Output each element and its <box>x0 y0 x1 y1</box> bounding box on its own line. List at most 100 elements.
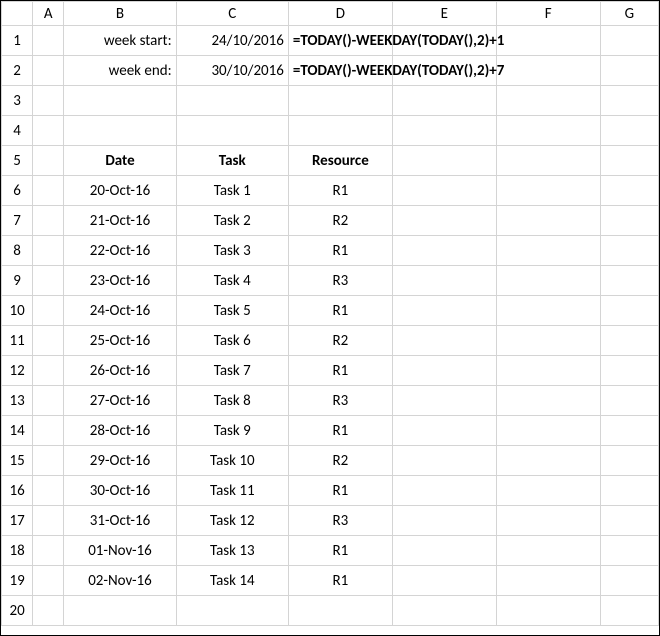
cell-D13[interactable]: R3 <box>288 386 392 416</box>
cell-B8[interactable]: 22-Oct-16 <box>64 236 176 266</box>
cell-A8[interactable] <box>33 236 64 266</box>
cell-C8[interactable]: Task 3 <box>176 236 288 266</box>
cell-C9[interactable]: Task 4 <box>176 266 288 296</box>
row-header-3[interactable]: 3 <box>2 86 33 116</box>
cell-G20[interactable] <box>600 596 658 626</box>
cell-G19[interactable] <box>600 566 658 596</box>
cell-E9[interactable] <box>392 266 496 296</box>
cell-B13[interactable]: 27-Oct-16 <box>64 386 176 416</box>
cell-G3[interactable] <box>600 86 658 116</box>
cell-G13[interactable] <box>600 386 658 416</box>
cell-E19[interactable] <box>392 566 496 596</box>
cell-E18[interactable] <box>392 536 496 566</box>
cell-D10[interactable]: R1 <box>288 296 392 326</box>
cell-D5[interactable]: Resource <box>288 146 392 176</box>
cell-B20[interactable] <box>64 596 176 626</box>
cell-C14[interactable]: Task 9 <box>176 416 288 446</box>
cell-A5[interactable] <box>33 146 64 176</box>
cell-B12[interactable]: 26-Oct-16 <box>64 356 176 386</box>
cell-A12[interactable] <box>33 356 64 386</box>
cell-A1[interactable] <box>33 26 64 56</box>
cell-A13[interactable] <box>33 386 64 416</box>
cell-A6[interactable] <box>33 176 64 206</box>
cell-F2[interactable] <box>496 56 600 86</box>
cell-F10[interactable] <box>496 296 600 326</box>
col-header-A[interactable]: A <box>33 2 64 26</box>
cell-D17[interactable]: R3 <box>288 506 392 536</box>
cell-E16[interactable] <box>392 476 496 506</box>
cell-A20[interactable] <box>33 596 64 626</box>
cell-E5[interactable] <box>392 146 496 176</box>
cell-F17[interactable] <box>496 506 600 536</box>
row-header-20[interactable]: 20 <box>2 596 33 626</box>
cell-B17[interactable]: 31-Oct-16 <box>64 506 176 536</box>
cell-F14[interactable] <box>496 416 600 446</box>
cell-D9[interactable]: R3 <box>288 266 392 296</box>
row-header-15[interactable]: 15 <box>2 446 33 476</box>
cell-C7[interactable]: Task 2 <box>176 206 288 236</box>
cell-D12[interactable]: R1 <box>288 356 392 386</box>
row-header-19[interactable]: 19 <box>2 566 33 596</box>
cell-F13[interactable] <box>496 386 600 416</box>
cell-G7[interactable] <box>600 206 658 236</box>
cell-G17[interactable] <box>600 506 658 536</box>
cell-G5[interactable] <box>600 146 658 176</box>
cell-F18[interactable] <box>496 536 600 566</box>
row-header-7[interactable]: 7 <box>2 206 33 236</box>
cell-C19[interactable]: Task 14 <box>176 566 288 596</box>
cell-E7[interactable] <box>392 206 496 236</box>
cell-D11[interactable]: R2 <box>288 326 392 356</box>
row-header-9[interactable]: 9 <box>2 266 33 296</box>
cell-E4[interactable] <box>392 116 496 146</box>
col-header-C[interactable]: C <box>176 2 288 26</box>
row-header-2[interactable]: 2 <box>2 56 33 86</box>
row-header-17[interactable]: 17 <box>2 506 33 536</box>
cell-F4[interactable] <box>496 116 600 146</box>
cell-D6[interactable]: R1 <box>288 176 392 206</box>
cell-D8[interactable]: R1 <box>288 236 392 266</box>
row-header-11[interactable]: 11 <box>2 326 33 356</box>
cell-A2[interactable] <box>33 56 64 86</box>
row-header-5[interactable]: 5 <box>2 146 33 176</box>
cell-A16[interactable] <box>33 476 64 506</box>
cell-B1[interactable]: week start: <box>64 26 176 56</box>
cell-G6[interactable] <box>600 176 658 206</box>
cell-F20[interactable] <box>496 596 600 626</box>
cell-B18[interactable]: 01-Nov-16 <box>64 536 176 566</box>
row-header-18[interactable]: 18 <box>2 536 33 566</box>
cell-C5[interactable]: Task <box>176 146 288 176</box>
cell-E10[interactable] <box>392 296 496 326</box>
cell-D16[interactable]: R1 <box>288 476 392 506</box>
row-header-10[interactable]: 10 <box>2 296 33 326</box>
cell-F8[interactable] <box>496 236 600 266</box>
cell-D14[interactable]: R1 <box>288 416 392 446</box>
cell-A19[interactable] <box>33 566 64 596</box>
cell-F15[interactable] <box>496 446 600 476</box>
cell-C13[interactable]: Task 8 <box>176 386 288 416</box>
cell-C2[interactable]: 30/10/2016 <box>176 56 288 86</box>
cell-C3[interactable] <box>176 86 288 116</box>
cell-C20[interactable] <box>176 596 288 626</box>
cell-G18[interactable] <box>600 536 658 566</box>
col-header-E[interactable]: E <box>392 2 496 26</box>
cell-C12[interactable]: Task 7 <box>176 356 288 386</box>
cell-C1[interactable]: 24/10/2016 <box>176 26 288 56</box>
cell-F9[interactable] <box>496 266 600 296</box>
cell-G11[interactable] <box>600 326 658 356</box>
select-all-corner[interactable] <box>2 2 33 26</box>
cell-B19[interactable]: 02-Nov-16 <box>64 566 176 596</box>
cell-B7[interactable]: 21-Oct-16 <box>64 206 176 236</box>
row-header-16[interactable]: 16 <box>2 476 33 506</box>
row-header-12[interactable]: 12 <box>2 356 33 386</box>
col-header-D[interactable]: D <box>288 2 392 26</box>
cell-C17[interactable]: Task 12 <box>176 506 288 536</box>
col-header-G[interactable]: G <box>600 2 658 26</box>
cell-F12[interactable] <box>496 356 600 386</box>
cell-G8[interactable] <box>600 236 658 266</box>
cell-D15[interactable]: R2 <box>288 446 392 476</box>
row-header-6[interactable]: 6 <box>2 176 33 206</box>
cell-G9[interactable] <box>600 266 658 296</box>
cell-E6[interactable] <box>392 176 496 206</box>
cell-B2[interactable]: week end: <box>64 56 176 86</box>
col-header-F[interactable]: F <box>496 2 600 26</box>
